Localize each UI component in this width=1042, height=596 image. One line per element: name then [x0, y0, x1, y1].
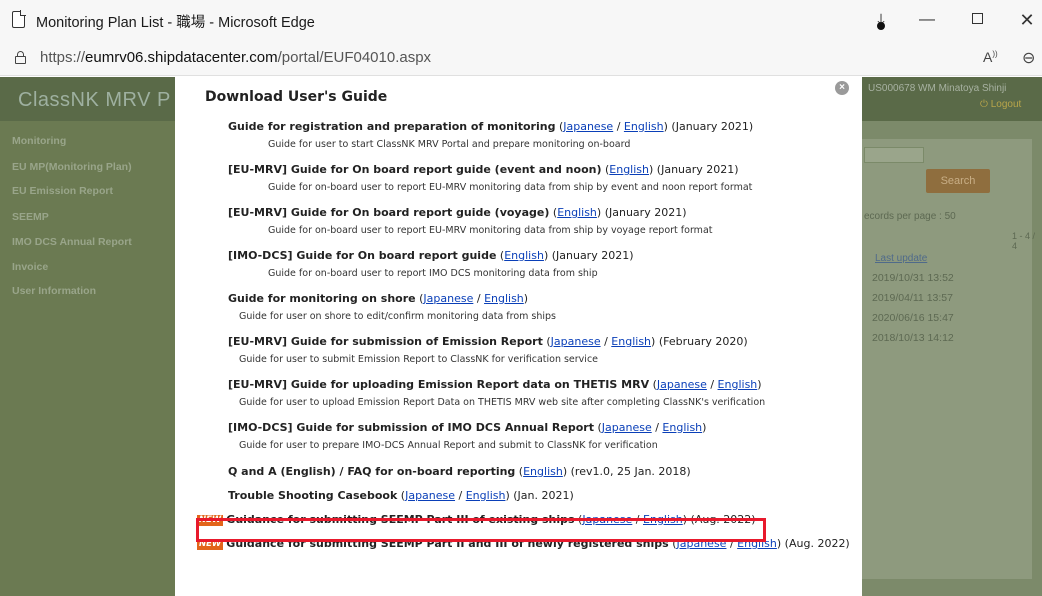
lock-icon[interactable]: [15, 51, 26, 64]
guide-entry-title: NEW Guidance for submitting SEEMP Part II…: [197, 513, 756, 526]
download-link-english[interactable]: English: [737, 537, 777, 550]
guide-title-text: Guidance for submitting SEEMP Part II an…: [226, 537, 669, 550]
guide-title-text: [IMO-DCS] Guide for submission of IMO DC…: [228, 421, 594, 434]
download-link-english[interactable]: English: [643, 513, 683, 526]
list-panel: [862, 139, 1032, 579]
guide-entry-title: Guide for registration and preparation o…: [228, 120, 754, 133]
new-badge: NEW: [197, 515, 224, 526]
download-link-japanese[interactable]: Japanese: [602, 421, 652, 434]
guide-description: Guide for on-board user to report IMO DC…: [268, 268, 598, 279]
sidebar-item-seemp[interactable]: SEEMP: [12, 211, 49, 223]
guide-description: Guide for on-board user to report EU-MRV…: [268, 182, 753, 193]
guide-entry-title: [EU-MRV] Guide for On board report guide…: [228, 206, 687, 219]
records-per-page[interactable]: ecords per page : 50: [864, 211, 956, 222]
user-name: US000678 WM Minatoya Shinji: [868, 83, 1007, 94]
guide-entry-title: [IMO-DCS] Guide for submission of IMO DC…: [228, 421, 707, 434]
new-badge: NEW: [197, 539, 224, 550]
guide-title-text: Guide for monitoring on shore: [228, 292, 416, 305]
sidebar-item-imo-dcs[interactable]: IMO DCS Annual Report: [12, 236, 132, 248]
guide-title-text: [EU-MRV] Guide for On board report guide…: [228, 163, 602, 176]
table-row-date: 2020/06/16 15:47: [872, 312, 954, 324]
guide-entry-title: [IMO-DCS] Guide for On board report guid…: [228, 249, 634, 262]
download-link-english[interactable]: English: [484, 292, 524, 305]
maximize-button[interactable]: [962, 8, 992, 32]
guide-title-text: Guidance for submitting SEEMP Part III o…: [226, 513, 575, 526]
url-field[interactable]: https://eumrv06.shipdatacenter.com/porta…: [40, 49, 431, 66]
download-link-english[interactable]: English: [466, 489, 506, 502]
pager: 1 - 4 / 4: [1012, 231, 1036, 251]
guide-entry-title: [EU-MRV] Guide for uploading Emission Re…: [228, 378, 762, 391]
download-link-english[interactable]: English: [662, 421, 702, 434]
last-update-header[interactable]: Last update: [875, 253, 927, 264]
download-link-japanese[interactable]: Japanese: [405, 489, 455, 502]
sidebar-item-eu-emission[interactable]: EU Emission Report: [12, 185, 113, 197]
download-link-english[interactable]: English: [523, 465, 563, 478]
guide-title-text: [EU-MRV] Guide for uploading Emission Re…: [228, 378, 650, 391]
url-path: /portal/EUF04010.aspx: [277, 49, 432, 66]
guide-entry-title: Guide for monitoring on shore (Japanese …: [228, 292, 529, 305]
sidebar-item-monitoring[interactable]: Monitoring: [12, 135, 66, 147]
sidebar: Monitoring EU MP(Monitoring Plan) EU Emi…: [0, 121, 175, 596]
download-badge: [877, 22, 885, 30]
guide-description: Guide for user to upload Emission Report…: [239, 397, 766, 408]
url-prefix: https://: [40, 49, 86, 66]
logout-link[interactable]: ⏻ Logout: [980, 99, 1021, 110]
download-link-english[interactable]: English: [557, 206, 597, 219]
maximize-icon: [971, 13, 983, 24]
modal-close-icon[interactable]: ×: [835, 81, 849, 95]
download-link-japanese[interactable]: Japanese: [657, 378, 707, 391]
guide-title-text: Trouble Shooting Casebook: [228, 489, 398, 502]
close-button[interactable]: ✕: [1012, 8, 1042, 32]
table-row-date: 2019/04/11 13:57: [872, 292, 953, 304]
download-link-japanese[interactable]: Japanese: [563, 120, 613, 133]
download-link-japanese[interactable]: Japanese: [582, 513, 632, 526]
guide-entry-title: [EU-MRV] Guide for On board report guide…: [228, 163, 739, 176]
download-link-english[interactable]: English: [504, 249, 544, 262]
download-link-japanese[interactable]: Japanese: [677, 537, 727, 550]
read-aloud-icon[interactable]: A)): [983, 49, 998, 65]
guide-title-text: Q and A (English) / FAQ for on-board rep…: [228, 465, 516, 478]
download-guide-modal: Download User's Guide × Guide for regist…: [175, 77, 862, 596]
filter-select[interactable]: [864, 147, 924, 163]
page-icon: [12, 10, 26, 28]
portal-brand: ClassNK MRV P: [18, 89, 171, 111]
guide-entry-title: NEW Guidance for submitting SEEMP Part II…: [197, 537, 850, 550]
guide-description: Guide for user on shore to edit/confirm …: [239, 311, 557, 322]
minimize-button[interactable]: —: [912, 8, 942, 32]
address-bar: https://eumrv06.shipdatacenter.com/porta…: [0, 40, 1042, 76]
download-link-english[interactable]: English: [624, 120, 664, 133]
guide-title-text: Guide for registration and preparation o…: [228, 120, 556, 133]
guide-description: Guide for user to submit Emission Report…: [239, 354, 599, 365]
table-row-date: 2018/10/13 14:12: [872, 332, 954, 344]
modal-title: Download User's Guide: [205, 89, 388, 105]
zoom-icon[interactable]: ⊖: [1022, 48, 1035, 68]
table-row-date: 2019/10/31 13:52: [872, 272, 954, 284]
window-title-bar: Monitoring Plan List - 職場 - Microsoft Ed…: [0, 0, 1042, 40]
guide-entry-title: Trouble Shooting Casebook (Japanese / En…: [228, 489, 574, 502]
guide-title-text: [EU-MRV] Guide for On board report guide…: [228, 206, 550, 219]
sidebar-item-invoice[interactable]: Invoice: [12, 261, 48, 273]
window-title: Monitoring Plan List - 職場 - Microsoft Ed…: [36, 15, 315, 31]
download-link-english[interactable]: English: [611, 335, 651, 348]
download-link-english[interactable]: English: [718, 378, 758, 391]
guide-entry-title: Q and A (English) / FAQ for on-board rep…: [228, 465, 691, 478]
sidebar-item-user-info[interactable]: User Information: [12, 285, 96, 297]
guide-description: Guide for user to prepare IMO-DCS Annual…: [239, 440, 658, 451]
download-link-japanese[interactable]: Japanese: [423, 292, 473, 305]
search-button[interactable]: Search: [926, 169, 990, 193]
guide-description: Guide for user to start ClassNK MRV Port…: [268, 139, 631, 150]
sidebar-item-eu-mp[interactable]: EU MP(Monitoring Plan): [12, 161, 132, 173]
guide-description: Guide for on-board user to report EU-MRV…: [268, 225, 713, 236]
guide-title-text: [IMO-DCS] Guide for On board report guid…: [228, 249, 497, 262]
download-link-english[interactable]: English: [609, 163, 649, 176]
guide-title-text: [EU-MRV] Guide for submission of Emissio…: [228, 335, 543, 348]
guide-entry-title: [EU-MRV] Guide for submission of Emissio…: [228, 335, 748, 348]
download-link-japanese[interactable]: Japanese: [551, 335, 601, 348]
url-host: eumrv06.shipdatacenter.com: [85, 49, 278, 66]
